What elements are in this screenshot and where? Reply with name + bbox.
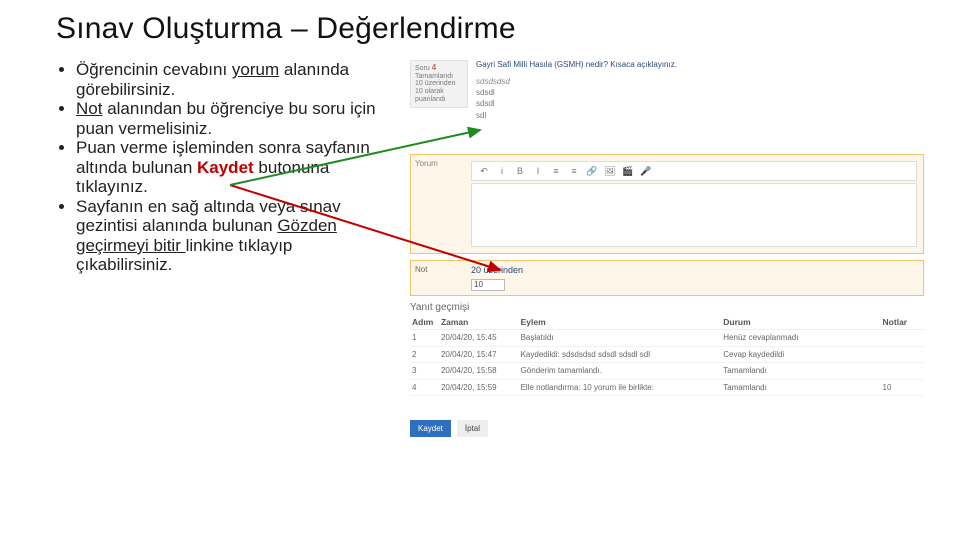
response-history: Yanıt geçmişi Adım Zaman Eylem Durum Not… (410, 302, 924, 396)
question-mark: 10 üzerinden 10 olarak puanlandı (415, 80, 455, 102)
question-label: Soru (415, 65, 430, 72)
answer-line-4: sdl (476, 110, 510, 121)
table-cell: Tamamlandı (721, 379, 880, 396)
answer-line-2: sdsdl (476, 87, 510, 98)
table-cell: 20/04/20, 15:59 (439, 379, 519, 396)
bullet-2-not: Not (76, 99, 102, 118)
answer-line-1: sdsdsdsd (476, 76, 510, 87)
table-cell: Başlatıldı (519, 330, 722, 347)
grade-outof: 20 üzerinden (471, 265, 523, 275)
table-cell: Tamamlandı (721, 363, 880, 380)
comment-textarea[interactable] (471, 183, 917, 247)
table-cell: 4 (410, 379, 439, 396)
table-cell (881, 346, 924, 363)
history-title: Yanıt geçmişi (410, 302, 924, 313)
list-icon[interactable]: ≡ (550, 166, 562, 176)
history-table: Adım Zaman Eylem Durum Notlar 120/04/20,… (410, 315, 924, 396)
answer-line-3: sdsdl (476, 98, 510, 109)
table-cell (881, 330, 924, 347)
list2-icon[interactable]: ≡ (568, 166, 580, 176)
th-eylem: Eylem (519, 315, 722, 330)
info-icon[interactable]: i (496, 166, 508, 176)
image-icon[interactable]: 🖼 (604, 166, 616, 177)
comment-box: Yorum ↶ i B I ≡ ≡ 🔗 🖼 🎬 🎤 (410, 154, 924, 254)
table-cell: Kaydedildi: sdsdsdsd sdsdl sdsdl sdl (519, 346, 722, 363)
bullet-3-kaydet: Kaydet (197, 158, 254, 177)
undo-icon[interactable]: ↶ (478, 166, 490, 177)
grade-row: Not 20 üzerinden 10 (410, 260, 924, 296)
bold-icon[interactable]: B (514, 166, 526, 176)
page-title: Sınav Oluşturma – Değerlendirme (56, 12, 924, 46)
audio-icon[interactable]: 🎤 (640, 166, 652, 177)
grade-label: Not (415, 265, 427, 274)
link-icon[interactable]: 🔗 (586, 166, 598, 177)
table-row: 420/04/20, 15:59Elle notlandırma: 10 yor… (410, 379, 924, 396)
save-button[interactable]: Kaydet (410, 420, 451, 437)
th-durum: Durum (721, 315, 880, 330)
question-number: 4 (432, 63, 436, 72)
table-cell: 10 (881, 379, 924, 396)
table-row: 320/04/20, 15:58Gönderim tamamlandı.Tama… (410, 363, 924, 380)
video-icon[interactable]: 🎬 (622, 166, 634, 177)
student-answer: sdsdsdsd sdsdl sdsdl sdl (476, 76, 510, 121)
bullet-1-a: Öğrencinin cevabını (76, 60, 232, 79)
bullet-2-b: alanından bu öğrenciye bu soru için puan… (76, 99, 376, 138)
table-cell: Elle notlandırma: 10 yorum ile birlikte: (519, 379, 722, 396)
bullet-2: Not alanından bu öğrenciye bu soru için … (76, 99, 386, 138)
th-zaman: Zaman (439, 315, 519, 330)
question-nav-box: Soru 4 Tamamlandı 10 üzerinden 10 olarak… (410, 60, 468, 108)
bullet-1: Öğrencinin cevabını yorum alanında göreb… (76, 60, 386, 99)
table-cell: Henüz cevaplanmadı (721, 330, 880, 347)
table-row: 120/04/20, 15:45BaşlatıldıHenüz cevaplan… (410, 330, 924, 347)
table-cell: 20/04/20, 15:47 (439, 346, 519, 363)
explanation-text: Öğrencinin cevabını yorum alanında göreb… (56, 60, 386, 275)
comment-label: Yorum (415, 159, 438, 168)
bullet-4: Sayfanın en sağ altında veya sınav gezin… (76, 197, 386, 275)
italic-icon[interactable]: I (532, 166, 544, 176)
th-adim: Adım (410, 315, 439, 330)
table-cell: 2 (410, 346, 439, 363)
th-notlar: Notlar (881, 315, 924, 330)
table-row: 220/04/20, 15:47Kaydedildi: sdsdsdsd sds… (410, 346, 924, 363)
table-cell: 3 (410, 363, 439, 380)
table-cell: 20/04/20, 15:45 (439, 330, 519, 347)
table-cell: Gönderim tamamlandı. (519, 363, 722, 380)
grade-input[interactable]: 10 (471, 279, 505, 291)
table-cell: Cevap kaydedildi (721, 346, 880, 363)
table-cell: 1 (410, 330, 439, 347)
table-cell: 20/04/20, 15:58 (439, 363, 519, 380)
bullet-1-yorum: yorum (232, 60, 279, 79)
editor-toolbar: ↶ i B I ≡ ≡ 🔗 🖼 🎬 🎤 (471, 161, 917, 181)
question-status: Tamamlandı (415, 73, 453, 80)
screenshot-panel: Soru 4 Tamamlandı 10 üzerinden 10 olarak… (410, 60, 924, 275)
question-text: Gayri Safi Milli Hasıla (GSMH) nedir? Kı… (476, 60, 924, 69)
table-cell (881, 363, 924, 380)
bullet-3: Puan verme işleminden sonra sayfanın alt… (76, 138, 386, 197)
cancel-button[interactable]: İptal (457, 420, 488, 437)
